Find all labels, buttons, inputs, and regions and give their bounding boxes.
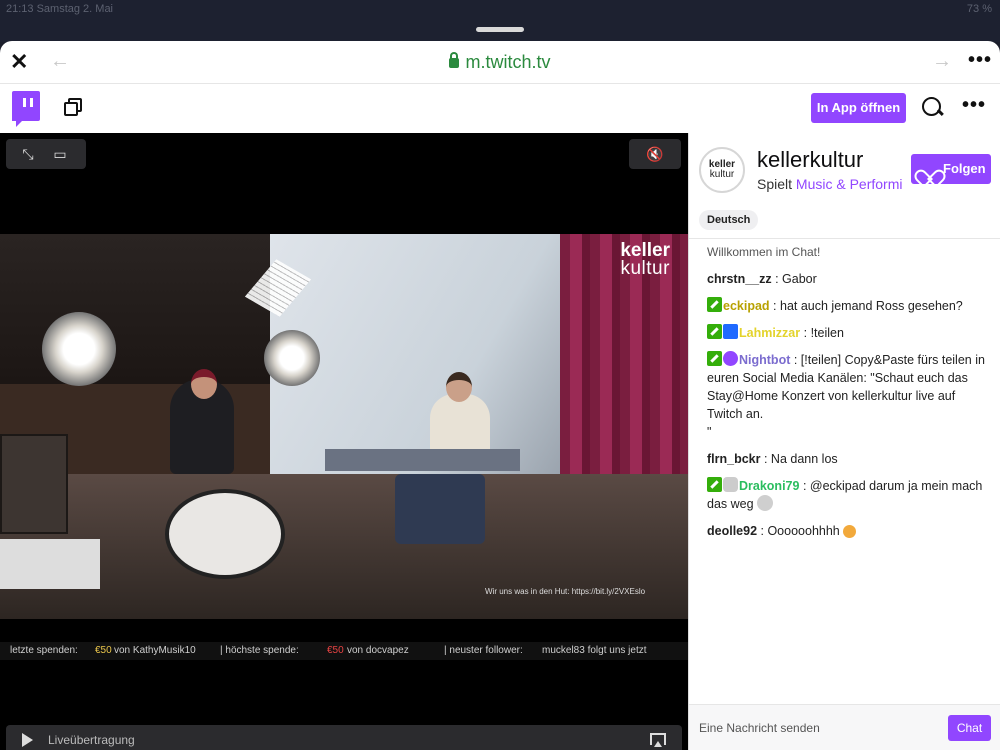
tongue-emote-icon xyxy=(757,495,774,511)
chat-input-area: Eine Nachricht senden Chat xyxy=(689,704,1000,750)
chat-message: flrn_bckr : Na dann los xyxy=(707,452,838,466)
sheet-grabber[interactable] xyxy=(476,27,524,32)
chat-log: Willkommen im Chat! chrstn__zz : Gabor e… xyxy=(707,243,989,540)
kellerkultur-logo: keller kultur xyxy=(620,240,670,279)
channel-sidebar: keller kultur kellerkultur Spielt Music … xyxy=(688,133,1000,750)
chat-welcome: Willkommen im Chat! xyxy=(707,245,821,259)
chat-message: eckipad : hat auch jemand Ross gesehen? xyxy=(707,297,989,315)
donation-url-overlay: Wir uns was in den Hut: https://bit.ly/2… xyxy=(485,587,646,596)
video-player[interactable]: ⤡ ▭ 🔇 keller kultur Wir uns was in den H… xyxy=(0,133,688,750)
chat-input[interactable]: Eine Nachricht senden xyxy=(699,721,820,735)
glitch-badge-icon[interactable] xyxy=(723,477,738,492)
player-controls-top: ⤡ ▭ xyxy=(6,139,86,169)
status-time: 21:13 Samstag 2. Mai xyxy=(6,3,114,15)
url-display[interactable]: m.twitch.tv xyxy=(0,52,1000,73)
donation-ticker: letzte spenden: €50 von KathyMusik10 | h… xyxy=(0,642,688,660)
play-icon[interactable] xyxy=(22,733,33,747)
chat-username[interactable]: deolle92 xyxy=(707,524,757,538)
moderator-badge-icon[interactable] xyxy=(707,324,722,339)
more-options-icon[interactable]: ••• xyxy=(962,94,986,117)
player-control-bar: Liveübertragung xyxy=(6,725,682,750)
search-icon[interactable] xyxy=(922,97,944,119)
moderator-badge-icon[interactable] xyxy=(707,351,722,366)
chat-message: chrstn__zz : Gabor xyxy=(707,272,817,286)
muted-speaker-icon: 🔇 xyxy=(646,146,664,162)
channel-name[interactable]: kellerkultur xyxy=(757,147,863,173)
forward-arrow-icon[interactable]: → xyxy=(932,50,952,73)
heart-eyes-emoji-icon xyxy=(843,525,857,538)
live-label: Liveübertragung xyxy=(48,733,135,747)
tabs-icon[interactable] xyxy=(64,98,82,116)
chat-username[interactable]: Nightbot xyxy=(739,353,790,367)
divider xyxy=(689,238,1000,239)
twitch-header: In App öffnen ••• xyxy=(0,84,1000,133)
twitch-logo-icon[interactable] xyxy=(12,91,40,127)
airplay-icon[interactable] xyxy=(650,733,666,747)
chat-username[interactable]: chrstn__zz xyxy=(707,272,772,286)
language-tag[interactable]: Deutsch xyxy=(699,210,759,230)
chat-message: Drakoni79 : @eckipad darum ja mein mach … xyxy=(707,477,983,511)
keyboard-instrument xyxy=(325,449,520,471)
picture-in-picture-icon[interactable]: ▭ xyxy=(52,146,68,162)
stage-light xyxy=(264,330,320,386)
chat-username[interactable]: eckipad xyxy=(723,299,770,313)
chat-username[interactable]: Drakoni79 xyxy=(739,479,799,493)
chat-message: Nightbot : [!teilen] Copy&Paste fürs tei… xyxy=(707,351,985,439)
moderator-badge-icon[interactable] xyxy=(707,477,722,492)
channel-category: Spielt Music & Performing Arts xyxy=(757,176,902,192)
url-text: m.twitch.tv xyxy=(465,52,551,72)
browser-url-bar: ✕ ← m.twitch.tv → ••• xyxy=(0,41,1000,84)
bass-drum xyxy=(165,489,285,579)
expand-icon[interactable]: ⤡ xyxy=(20,146,36,162)
verified-bot-badge-icon[interactable] xyxy=(723,351,738,366)
chat-message: deolle92 : Oooooohhhh xyxy=(707,522,989,540)
crown-badge-icon[interactable] xyxy=(723,324,738,339)
chat-username[interactable]: Lahmizzar xyxy=(739,326,800,340)
channel-avatar[interactable]: keller kultur xyxy=(699,147,745,193)
status-bar: 21:13 Samstag 2. Mai 73 % xyxy=(0,0,1000,42)
battery-level: 73 % xyxy=(966,3,992,15)
browser-more-icon[interactable]: ••• xyxy=(968,49,992,72)
mute-button[interactable]: 🔇 xyxy=(629,139,681,169)
stage-light xyxy=(42,312,116,386)
chat-username[interactable]: flrn_bckr xyxy=(707,452,761,466)
chat-message: Lahmizzar : !teilen xyxy=(707,324,989,342)
category-link[interactable]: Music & Performing Arts xyxy=(796,176,902,192)
moderator-badge-icon[interactable] xyxy=(707,297,722,312)
heart-icon xyxy=(920,162,936,176)
chat-send-button[interactable]: Chat xyxy=(948,715,991,741)
open-in-app-button[interactable]: In App öffnen xyxy=(811,93,906,123)
follow-button[interactable]: Folgen xyxy=(911,154,991,184)
lock-icon xyxy=(449,52,460,68)
browser-sheet: ✕ ← m.twitch.tv → ••• In App öffnen ••• … xyxy=(0,41,1000,750)
stream-video-frame: keller kultur Wir uns was in den Hut: ht… xyxy=(0,234,688,619)
